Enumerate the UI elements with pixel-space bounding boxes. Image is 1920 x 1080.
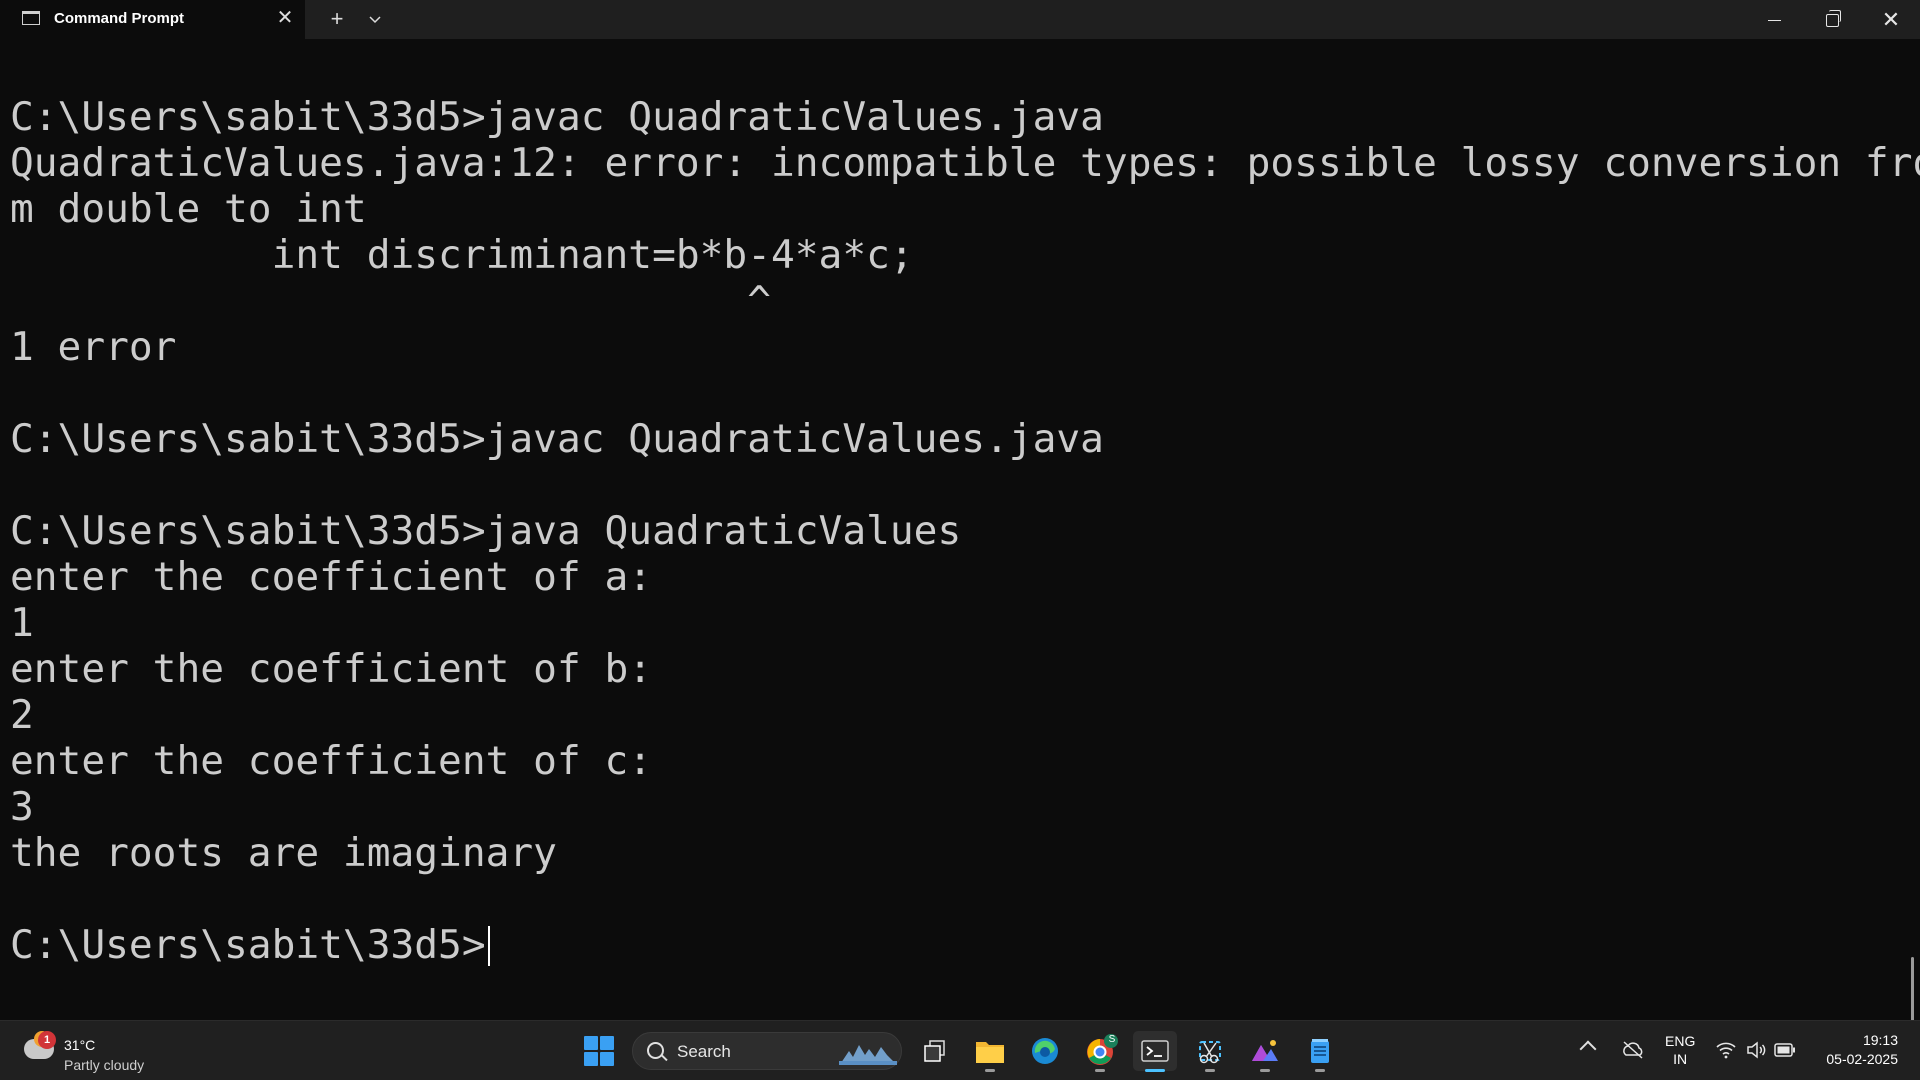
- windows-logo-pane: [584, 1052, 598, 1066]
- task-view-button[interactable]: [913, 1031, 957, 1071]
- terminal-line: C:\Users\sabit\33d5>java QuadraticValues: [10, 508, 962, 554]
- command-prompt-icon: [22, 11, 40, 25]
- tab-dropdown-button[interactable]: [362, 6, 388, 32]
- weather-condition: Partly cloudy: [64, 1057, 145, 1073]
- terminal-text: C:\Users\sabit\33d5>javac QuadraticValue…: [10, 94, 1920, 968]
- notepad-button[interactable]: [1298, 1031, 1342, 1072]
- system-clock[interactable]: 19:13 05-02-2025: [1808, 1031, 1898, 1069]
- minimize-icon: [1767, 19, 1781, 21]
- terminal-line: the roots are imaginary: [10, 830, 557, 876]
- photos-button[interactable]: [1243, 1031, 1287, 1072]
- running-indicator: [985, 1069, 995, 1072]
- windows-logo-pane: [600, 1036, 614, 1050]
- chrome-button[interactable]: S: [1078, 1031, 1122, 1072]
- terminal-line: int discriminant=b*b-4*a*c;: [10, 232, 914, 278]
- new-tab-button[interactable]: +: [324, 6, 350, 32]
- terminal-line: C:\Users\sabit\33d5>javac QuadraticValue…: [10, 94, 1104, 140]
- task-view-icon: [924, 1040, 945, 1062]
- battery-icon[interactable]: [1774, 1043, 1796, 1057]
- tab-title: Command Prompt: [54, 10, 185, 27]
- show-hidden-icons-chevron-icon[interactable]: [1579, 1040, 1597, 1058]
- search-highlight-icon: [839, 1045, 897, 1065]
- snipping-tool-button[interactable]: [1188, 1031, 1232, 1072]
- terminal-line: enter the coefficient of b:: [10, 646, 653, 692]
- taskbar-search[interactable]: Search: [632, 1032, 902, 1070]
- terminal-line: ^: [10, 278, 771, 324]
- minimize-button[interactable]: [1745, 0, 1803, 39]
- edge-icon: [1032, 1038, 1058, 1064]
- weather-badge: 1: [38, 1031, 56, 1049]
- prompt-text: C:\Users\sabit\33d5>: [10, 922, 486, 968]
- terminal-line: 1: [10, 600, 34, 646]
- edge-button[interactable]: [1023, 1031, 1067, 1071]
- language-line-2: IN: [1673, 1051, 1688, 1067]
- tab-command-prompt[interactable]: Command Prompt ✕: [0, 0, 305, 39]
- onedrive-offline-icon[interactable]: [1621, 1039, 1645, 1061]
- terminal-line: C:\Users\sabit\33d5>: [10, 922, 1920, 968]
- weather-temperature: 31°C: [64, 1037, 96, 1053]
- clock-time: 19:13: [1862, 1032, 1898, 1048]
- weather-widget[interactable]: 1 31°C Partly cloudy: [22, 1027, 182, 1075]
- terminal-line: 3: [10, 784, 34, 830]
- start-button[interactable]: [583, 1035, 615, 1067]
- terminal-line: QuadraticValues.java:12: error: incompat…: [10, 140, 1920, 186]
- wifi-icon[interactable]: [1716, 1041, 1736, 1059]
- windows-logo-icon: [584, 1036, 598, 1050]
- clock-date: 05-02-2025: [1826, 1051, 1898, 1067]
- running-indicator: [1095, 1069, 1105, 1072]
- terminal-output[interactable]: C:\Users\sabit\33d5>javac QuadraticValue…: [0, 39, 1920, 1020]
- tab-close-icon[interactable]: ✕: [274, 7, 296, 29]
- terminal-line: C:\Users\sabit\33d5>javac QuadraticValue…: [10, 416, 1104, 462]
- search-icon: [647, 1042, 664, 1059]
- text-cursor: [487, 926, 490, 966]
- terminal-line: 1 error: [10, 324, 177, 370]
- chevron-down-icon: [369, 16, 381, 24]
- notepad-icon: [1311, 1039, 1329, 1063]
- file-explorer-button[interactable]: [968, 1031, 1012, 1072]
- scrollbar-thumb[interactable]: [1911, 957, 1914, 1020]
- running-indicator: [1260, 1069, 1270, 1072]
- running-indicator: [1205, 1069, 1215, 1072]
- terminal-line: 2: [10, 692, 34, 738]
- restore-button[interactable]: [1803, 0, 1861, 39]
- terminal-button[interactable]: [1133, 1031, 1177, 1072]
- snipping-tool-icon: [1199, 1041, 1221, 1064]
- chrome-profile-badge: S: [1108, 1034, 1116, 1045]
- terminal-line: m double to int: [10, 186, 367, 232]
- windows-logo-pane: [600, 1052, 614, 1066]
- language-indicator[interactable]: ENG IN: [1665, 1032, 1695, 1068]
- taskbar: 1 31°C Partly cloudy Search S ENG IN 19:…: [0, 1020, 1920, 1080]
- terminal-icon: [1141, 1040, 1169, 1062]
- close-button[interactable]: ✕: [1862, 0, 1920, 39]
- running-indicator: [1315, 1069, 1325, 1072]
- active-indicator: [1145, 1069, 1165, 1072]
- restore-icon: [1825, 9, 1841, 27]
- title-bar: Command Prompt ✕ + ✕: [0, 0, 1920, 39]
- terminal-line: enter the coefficient of a:: [10, 554, 653, 600]
- folder-icon: [976, 1042, 1004, 1063]
- language-line-1: ENG: [1665, 1033, 1696, 1049]
- volume-icon[interactable]: [1746, 1040, 1766, 1060]
- search-placeholder: Search: [677, 1042, 731, 1061]
- photos-icon: [1252, 1040, 1278, 1061]
- terminal-line: enter the coefficient of c:: [10, 738, 653, 784]
